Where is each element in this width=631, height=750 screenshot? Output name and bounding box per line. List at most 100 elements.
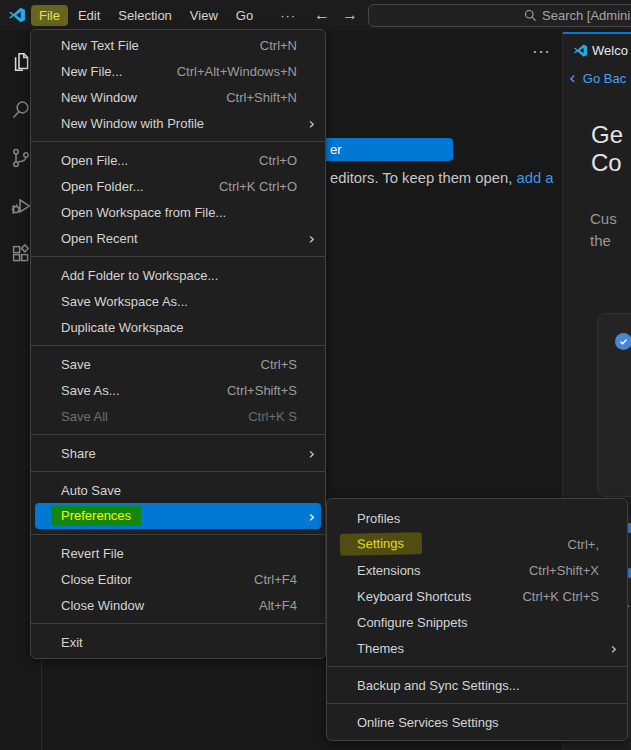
menubar-item-view[interactable]: View — [182, 5, 226, 26]
menu-separator — [327, 666, 627, 667]
menu-item-open-file[interactable]: Open File... Ctrl+O — [35, 147, 321, 173]
menubar: FileEditSelectionViewGo ··· — [31, 0, 303, 30]
vscode-logo-icon — [8, 6, 26, 24]
menu-item-profiles[interactable]: Profiles — [331, 505, 623, 531]
open-folder-button-label: er — [330, 142, 342, 157]
menu-separator — [31, 256, 325, 257]
nav-back-icon[interactable]: ← — [314, 0, 330, 30]
menubar-item-selection[interactable]: Selection — [110, 5, 179, 26]
file-menu: New Text File Ctrl+N New File...Ctrl+Alt+W… — [30, 29, 326, 659]
menu-item-new-window-with-profile[interactable]: New Window with Profile› — [35, 110, 321, 136]
menu-item-label: Themes — [357, 641, 404, 656]
menu-item-shortcut: Ctrl+Alt+Windows+N — [177, 64, 297, 79]
menu-separator — [327, 703, 627, 704]
menu-item-shortcut: Ctrl+Shift+N — [226, 90, 297, 105]
menu-item-label: New Window — [61, 90, 137, 105]
menu-item-save-as[interactable]: Save As... Ctrl+Shift+S — [35, 377, 321, 403]
menu-item-shortcut: Ctrl+O — [259, 153, 297, 168]
menu-separator — [31, 623, 325, 624]
menu-item-label: Open File... — [61, 153, 128, 168]
menu-item-extensions[interactable]: ExtensionsCtrl+Shift+X — [331, 557, 623, 583]
submenu-arrow-icon: › — [303, 507, 315, 526]
menu-item-close-window[interactable]: Close Window Alt+F4 — [35, 592, 321, 618]
menu-item-label: New Window with Profile — [61, 116, 204, 131]
menubar-item-edit[interactable]: Edit — [70, 5, 108, 26]
menu-item-label: Open Folder... — [61, 179, 143, 194]
walkthrough-heading: Ge Co — [591, 121, 623, 177]
menu-item-close-editor[interactable]: Close Editor Ctrl+F4 — [35, 566, 321, 592]
menu-item-label: Close Editor — [61, 572, 132, 587]
menu-item-label: Add Folder to Workspace... — [61, 268, 218, 283]
menu-item-configure-snippets[interactable]: Configure Snippets — [331, 609, 623, 635]
menu-item-label: Save As... — [61, 383, 120, 398]
menu-item-label: Backup and Sync Settings... — [357, 678, 520, 693]
tab-welcome[interactable]: Welco — [563, 32, 631, 66]
menu-item-keyboard-shortcuts[interactable]: Keyboard Shortcuts Ctrl+K Ctrl+S — [331, 583, 623, 609]
menu-item-label: Open Recent — [61, 231, 138, 246]
menu-item-backup-and-sync-settings[interactable]: Backup and Sync Settings... — [331, 672, 623, 698]
menubar-more-icon[interactable]: ··· — [273, 5, 303, 26]
menu-item-preferences[interactable]: Preferences› — [35, 503, 321, 529]
menu-item-shortcut: Ctrl+F4 — [254, 572, 297, 587]
search-inner: Search [Adminis — [524, 8, 631, 23]
menu-item-new-text-file[interactable]: New Text File Ctrl+N — [35, 32, 321, 58]
menu-item-shortcut: Ctrl+K Ctrl+O — [219, 179, 297, 194]
menu-item-label: Auto Save — [61, 483, 121, 498]
menu-item-save-workspace-as[interactable]: Save Workspace As... — [35, 288, 321, 314]
menu-item-shortcut: Ctrl+Shift+S — [227, 383, 297, 398]
menu-item-duplicate-workspace[interactable]: Duplicate Workspace — [35, 314, 321, 340]
search-icon — [524, 9, 537, 22]
menu-item-open-folder[interactable]: Open Folder... Ctrl+K Ctrl+O — [35, 173, 321, 199]
menu-item-shortcut: Alt+F4 — [259, 598, 297, 613]
vscode-logo-icon — [573, 43, 588, 58]
go-back-link[interactable]: ‹ Go Bac — [569, 68, 626, 88]
tab-label: Welco — [592, 43, 628, 58]
menu-item-label: Keyboard Shortcuts — [357, 589, 471, 604]
menu-item-save-all[interactable]: Save All Ctrl+K S — [35, 403, 321, 429]
menu-separator — [31, 534, 325, 535]
menu-item-shortcut: Ctrl+N — [260, 38, 297, 53]
chevron-left-icon: ‹ — [569, 68, 576, 88]
submenu-arrow-icon: › — [303, 444, 315, 463]
command-center-search[interactable]: Search [Adminis — [368, 4, 631, 27]
menu-item-share[interactable]: Share › — [35, 440, 321, 466]
menu-item-revert-file[interactable]: Revert File — [35, 540, 321, 566]
menubar-item-go[interactable]: Go — [228, 5, 261, 26]
menu-item-new-window[interactable]: New Window Ctrl+Shift+N — [35, 84, 321, 110]
menu-item-new-file[interactable]: New File...Ctrl+Alt+Windows+N — [35, 58, 321, 84]
menu-item-auto-save[interactable]: Auto Save — [35, 477, 321, 503]
nav-forward-icon[interactable]: → — [342, 0, 358, 30]
menu-item-open-workspace-from-file[interactable]: Open Workspace from File... — [35, 199, 321, 225]
checkmark-icon — [615, 333, 631, 350]
menu-item-label: Extensions — [357, 563, 421, 578]
submenu-arrow-icon: › — [303, 229, 315, 248]
menu-item-exit[interactable]: Exit — [35, 629, 321, 655]
menu-item-shortcut: Ctrl+K S — [248, 409, 297, 424]
editors-hint-text: editors. To keep them open, add a — [330, 170, 554, 186]
menu-item-shortcut: Ctrl+S — [261, 357, 297, 372]
menubar-item-file[interactable]: File — [31, 5, 68, 26]
menu-item-label: Close Window — [61, 598, 144, 613]
menu-item-label: New Text File — [61, 38, 139, 53]
go-back-label: Go Bac — [583, 71, 626, 86]
menu-item-save[interactable]: SaveCtrl+S — [35, 351, 321, 377]
vscode-window: FileEditSelectionViewGo ··· ← → Search [A… — [0, 0, 631, 750]
menu-item-shortcut: Ctrl+, — [568, 537, 599, 552]
menu-item-themes[interactable]: Themes› — [331, 635, 623, 661]
menu-item-label: Save Workspace As... — [61, 294, 188, 309]
titlebar: FileEditSelectionViewGo ··· ← → Search [A… — [0, 0, 631, 30]
menu-separator — [31, 434, 325, 435]
menu-item-label: Save All — [61, 409, 108, 424]
menu-item-online-services-settings[interactable]: Online Services Settings — [331, 709, 623, 735]
menu-item-add-folder-to-workspace[interactable]: Add Folder to Workspace... — [35, 262, 321, 288]
walkthrough-description: Cus the — [590, 208, 617, 252]
menu-item-shortcut: Ctrl+K Ctrl+S — [522, 589, 599, 604]
editor-actions-ellipsis-icon[interactable]: ··· — [532, 42, 550, 62]
menu-item-settings[interactable]: SettingsCtrl+, — [331, 531, 623, 557]
menu-item-label: Profiles — [357, 511, 400, 526]
menu-item-label: Share — [61, 446, 96, 461]
menu-item-label: Open Workspace from File... — [61, 205, 226, 220]
walkthrough-card[interactable] — [597, 313, 631, 497]
menu-item-open-recent[interactable]: Open Recent › — [35, 225, 321, 251]
add-a-link[interactable]: add a — [516, 170, 553, 186]
